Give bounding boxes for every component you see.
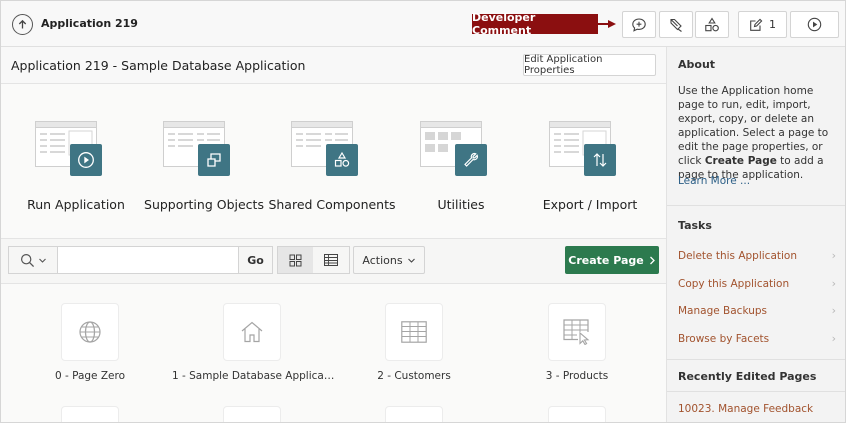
about-text-bold: Create Page — [704, 155, 777, 167]
divider — [667, 359, 845, 360]
chevron-right-icon: › — [831, 332, 836, 345]
application-features: Run Application Supporting Objects Share… — [1, 84, 666, 239]
run-application-button[interactable] — [790, 11, 839, 38]
globe-icon — [61, 303, 119, 361]
task-label: Copy this Application — [678, 278, 790, 290]
go-button[interactable]: Go — [239, 246, 273, 274]
up-arrow-button[interactable] — [12, 14, 33, 35]
chevron-down-icon — [407, 258, 415, 263]
feature-label: Export / Import — [542, 197, 638, 212]
feature-label: Run Application — [27, 197, 125, 212]
recent-pages-title: Recently Edited Pages — [678, 370, 817, 383]
play-icon — [70, 144, 102, 176]
divider — [667, 391, 845, 392]
top-bar: Application 219 Developer Comment 1 — [1, 1, 845, 47]
application-header: Application 219 - Sample Database Applic… — [1, 47, 666, 84]
task-delete-application[interactable]: Delete this Application › — [667, 244, 845, 271]
callout-arrow-head — [608, 20, 616, 28]
shapes-icon — [326, 144, 358, 176]
actions-menu-button[interactable]: Actions — [353, 246, 425, 274]
task-label: Manage Backups — [678, 305, 768, 317]
arrow-up-icon — [18, 19, 27, 29]
shapes-icon — [705, 16, 719, 31]
table-icon — [385, 303, 443, 361]
developer-comment-callout: Developer Comment — [472, 11, 598, 37]
edit-icon — [750, 18, 763, 31]
feature-supporting-objects[interactable]: Supporting Objects — [139, 121, 269, 231]
page-label: 3 - Products — [545, 370, 609, 382]
about-text: Use the Application home page to run, ed… — [678, 84, 840, 182]
feature-label: Supporting Objects — [144, 197, 264, 212]
page-card-partial[interactable] — [385, 406, 443, 422]
create-page-label: Create Page — [568, 253, 644, 267]
feature-label: Shared Components — [268, 197, 396, 212]
pages-grid: 0 - Page Zero 1 - Sample Database Applic… — [1, 284, 666, 422]
shared-components-shortcut-button[interactable] — [695, 11, 729, 38]
home-icon — [223, 303, 281, 361]
grid-icon — [289, 254, 302, 266]
task-browse-facets[interactable]: Browse by Facets › — [667, 327, 845, 354]
chevron-right-icon — [649, 256, 655, 264]
comment-add-icon — [632, 17, 646, 32]
right-sidebar: About Use the Application home page to r… — [666, 47, 845, 422]
team-development-button[interactable] — [659, 11, 693, 38]
chevron-down-icon — [38, 258, 46, 263]
task-copy-application[interactable]: Copy this Application › — [667, 272, 845, 299]
search-input[interactable] — [57, 246, 239, 274]
report-view-button[interactable] — [313, 246, 350, 274]
page-card-partial[interactable] — [223, 406, 281, 422]
main-content: Application 219 - Sample Database Applic… — [1, 47, 666, 422]
table-cursor-icon — [548, 303, 606, 361]
app-builder-window: Application 219 Developer Comment 1 Appl… — [0, 0, 846, 423]
page-label: 1 - Sample Database Applica… — [172, 370, 335, 382]
page-card-partial[interactable] — [548, 406, 606, 422]
chevron-right-icon: › — [831, 304, 836, 317]
table-icon — [324, 254, 338, 266]
feature-run-application[interactable]: Run Application — [11, 121, 141, 231]
task-label: Browse by Facets — [678, 333, 770, 345]
edit-application-properties-button[interactable]: Edit Application Properties — [523, 54, 656, 76]
create-page-button[interactable]: Create Page — [565, 246, 659, 274]
search-column-dropdown[interactable] — [8, 246, 57, 274]
about-title: About — [678, 58, 716, 71]
export-import-icon — [584, 144, 616, 176]
search-icon — [20, 253, 34, 267]
developer-comment-button[interactable] — [622, 11, 656, 38]
feature-shared-components[interactable]: Shared Components — [267, 121, 397, 231]
app-title: Application 219 — [41, 17, 138, 30]
divider — [667, 205, 845, 206]
actions-label: Actions — [362, 253, 403, 267]
edit-count: 1 — [769, 18, 776, 31]
task-manage-backups[interactable]: Manage Backups › — [667, 299, 845, 326]
page-label: 2 - Customers — [377, 370, 451, 382]
learn-more-link[interactable]: Learn More ... — [678, 175, 750, 187]
page-card-partial[interactable] — [61, 406, 119, 422]
task-label: Delete this Application — [678, 250, 798, 262]
recent-page-link[interactable]: 10023. Manage Feedback — [678, 403, 813, 415]
pages-toolbar: Go Actions Create Page — [1, 239, 666, 284]
play-circle-icon — [807, 17, 822, 32]
edit-count-button[interactable]: 1 — [738, 11, 787, 38]
feature-utilities[interactable]: Utilities — [396, 121, 526, 231]
feature-export-import[interactable]: Export / Import — [525, 121, 655, 231]
feature-label: Utilities — [437, 197, 485, 212]
chevron-right-icon: › — [831, 277, 836, 290]
icon-view-button[interactable] — [277, 246, 314, 274]
chevron-right-icon: › — [831, 249, 836, 262]
tasks-title: Tasks — [678, 219, 712, 232]
wrench-icon — [455, 144, 487, 176]
pin-icon — [670, 18, 682, 32]
page-label: 0 - Page Zero — [54, 370, 126, 382]
supporting-objects-icon — [198, 144, 230, 176]
application-name: Application 219 - Sample Database Applic… — [11, 58, 306, 73]
